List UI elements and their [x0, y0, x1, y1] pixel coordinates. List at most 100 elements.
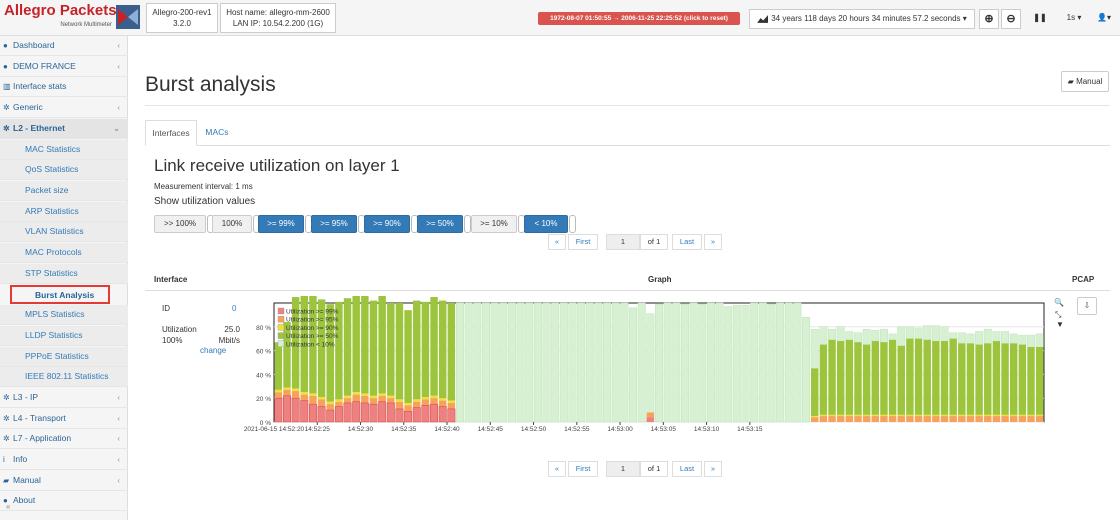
legend-label: Utilization >= 99% — [286, 309, 339, 316]
page-input[interactable]: 1 — [606, 461, 640, 477]
sidebar-item-qos-statistics[interactable]: QoS Statistics — [0, 160, 128, 181]
interface-id-value[interactable]: 0 — [232, 304, 236, 313]
utilization-filter-button[interactable]: >= 90% — [364, 215, 410, 233]
bar-util-ge90 — [335, 399, 343, 402]
bar-util-ge90 — [317, 397, 326, 400]
bar-util-ge95 — [387, 398, 395, 403]
filter-toggle[interactable] — [464, 215, 471, 233]
user-menu[interactable]: 👤▾ — [1092, 9, 1116, 29]
bar-util-lt10 — [923, 325, 932, 341]
bar-util-lt10 — [828, 328, 837, 341]
book-icon: ▰ — [1067, 77, 1074, 86]
sidebar-item-mac-statistics[interactable]: MAC Statistics — [0, 139, 128, 160]
bar-util-ge50 — [413, 300, 421, 400]
filter-toggle[interactable] — [569, 215, 576, 233]
sidebar-item-burst-analysis[interactable]: Burst Analysis — [10, 285, 110, 305]
sidebar-item-vlan-statistics[interactable]: VLAN Statistics — [0, 222, 128, 243]
pause-button[interactable]: ❚❚ — [1028, 9, 1052, 29]
legend-label: Utilization >= 50% — [286, 333, 339, 340]
pagination-first[interactable]: First — [568, 234, 598, 250]
chart-menu-icon[interactable]: ▼ — [1056, 320, 1064, 329]
bar-util-lt10 — [949, 332, 958, 339]
pagination-first[interactable]: First — [568, 461, 598, 477]
gear-icon: ✲ — [3, 392, 10, 402]
sidebar-item-stp-statistics[interactable]: STP Statistics — [0, 263, 128, 284]
legend-label: Utilization >= 90% — [286, 325, 339, 332]
sidebar-item-pppoe-statistics[interactable]: PPPoE Statistics — [0, 346, 128, 367]
sidebar-collapse-button[interactable]: « — [6, 502, 10, 511]
sidebar-item-arp-statistics[interactable]: ARP Statistics — [0, 201, 128, 222]
bar-util-ge95 — [1035, 416, 1044, 422]
pagination-next[interactable]: » — [704, 461, 722, 477]
bar-util-lt10 — [715, 302, 724, 423]
bar-util-ge90 — [975, 414, 983, 417]
bar-util-ge95 — [949, 416, 957, 422]
utilization-filter-button[interactable]: 100% — [212, 215, 252, 233]
utilization-filter-button[interactable]: >= 99% — [258, 215, 304, 233]
show-utilization-label: Show utilization values — [154, 196, 256, 207]
utilization-filter-button[interactable]: >= 95% — [311, 215, 357, 233]
pagination-last[interactable]: Last — [672, 461, 702, 477]
pagination-last[interactable]: Last — [672, 234, 702, 250]
time-range-reset-badge[interactable]: 1972-08-07 01:50:55 → 2006-11-25 22:25:5… — [538, 12, 740, 25]
legend-label: Utilization < 10% — [286, 341, 335, 348]
sidebar-item-manual[interactable]: ▰ Manual ‹ — [0, 471, 128, 491]
sidebar-item-dashboard[interactable]: ● Dashboard ‹ — [0, 36, 128, 56]
reset-zoom-icon[interactable]: ⤡ — [1055, 310, 1061, 320]
tab-interfaces[interactable]: Interfaces — [145, 120, 197, 146]
user-menu-caret: ▾ — [1106, 13, 1111, 22]
bar-util-ge90 — [1001, 414, 1009, 417]
pagination-prev[interactable]: « — [548, 234, 566, 250]
bar-util-lt10 — [767, 303, 776, 423]
bar-util-ge95 — [984, 416, 992, 422]
y-tick-label: 80 % — [256, 325, 271, 332]
sidebar-item-interface-stats[interactable]: ▥ Interface stats — [0, 77, 128, 98]
sidebar-item-lldp-statistics[interactable]: LLDP Statistics — [0, 325, 128, 346]
sidebar-item-l3-ip[interactable]: ✲ L3 - IP ‹ — [0, 388, 128, 408]
bar-util-ge90 — [430, 395, 438, 399]
sidebar-item-l2-ethernet[interactable]: ✲ L2 - Ethernet ⌄ — [0, 118, 128, 139]
utilization-filter-button[interactable]: >= 50% — [417, 215, 463, 233]
pcap-download-button[interactable]: ⇩ — [1077, 297, 1097, 315]
bar-util-lt10 — [672, 302, 681, 423]
page-input[interactable]: 1 — [606, 234, 640, 250]
duration-dropdown[interactable]: 34 years 118 days 20 hours 34 minutes 57… — [749, 9, 975, 29]
bar-util-ge90 — [300, 392, 309, 395]
zoom-icon[interactable]: 🔍 — [1054, 298, 1064, 307]
utilization-filter-button[interactable]: < 10% — [524, 215, 568, 233]
zoom-in-button[interactable]: ⊕ — [979, 9, 999, 29]
brand[interactable]: Allegro Packets Network Multimeter — [4, 2, 117, 34]
sidebar-item-info[interactable]: i Info ‹ — [0, 450, 128, 470]
bar-util-lt10 — [525, 302, 534, 423]
utilization-filter-button[interactable]: >= 10% — [471, 215, 517, 233]
legend-label: Utilization >= 95% — [286, 317, 339, 324]
tab-macs[interactable]: MACs — [200, 120, 234, 146]
sidebar-item-demo-france[interactable]: ● DEMO FRANCE ‹ — [0, 57, 128, 77]
pagination-prev[interactable]: « — [548, 461, 566, 477]
bar-util-ge95 — [369, 398, 378, 405]
zoom-out-button[interactable]: ⊖ — [1001, 9, 1021, 29]
sidebar-item-ieee-802-11-statistics[interactable]: IEEE 802.11 Statistics — [0, 367, 128, 388]
sidebar-item-l4-transport[interactable]: ✲ L4 - Transport ‹ — [0, 409, 128, 429]
x-tick-label: 14:52:25 — [305, 426, 331, 433]
bar-util-ge95 — [888, 416, 897, 422]
sidebar-item-mpls-statistics[interactable]: MPLS Statistics — [0, 305, 128, 326]
page-count: of 1 — [640, 234, 668, 250]
change-utilization-link[interactable]: change — [200, 346, 226, 355]
sidebar-item-label: Dashboard — [13, 40, 55, 50]
refresh-interval-dropdown[interactable]: 1s ▾ — [1059, 9, 1089, 29]
bar-util-lt10 — [819, 326, 828, 345]
sidebar-item-l7-application[interactable]: ✲ L7 - Application ‹ — [0, 429, 128, 450]
pagination-next[interactable]: » — [704, 234, 722, 250]
zoom-in-icon: ⊕ — [984, 13, 994, 25]
sidebar-item-about[interactable]: ● About — [0, 491, 128, 512]
bar-util-lt10 — [905, 326, 914, 339]
bar-util-ge95 — [335, 401, 343, 407]
bar-util-ge50 — [369, 300, 378, 396]
sidebar-item-mac-protocols[interactable]: MAC Protocols — [0, 243, 128, 263]
sidebar-item-packet-size[interactable]: Packet size — [0, 180, 128, 201]
manual-button[interactable]: ▰ Manual — [1061, 71, 1109, 92]
bar-util-lt10 — [975, 331, 984, 345]
sidebar-item-generic[interactable]: ✲ Generic ‹ — [0, 98, 128, 119]
utilization-filter-button[interactable]: >> 100% — [154, 215, 206, 233]
